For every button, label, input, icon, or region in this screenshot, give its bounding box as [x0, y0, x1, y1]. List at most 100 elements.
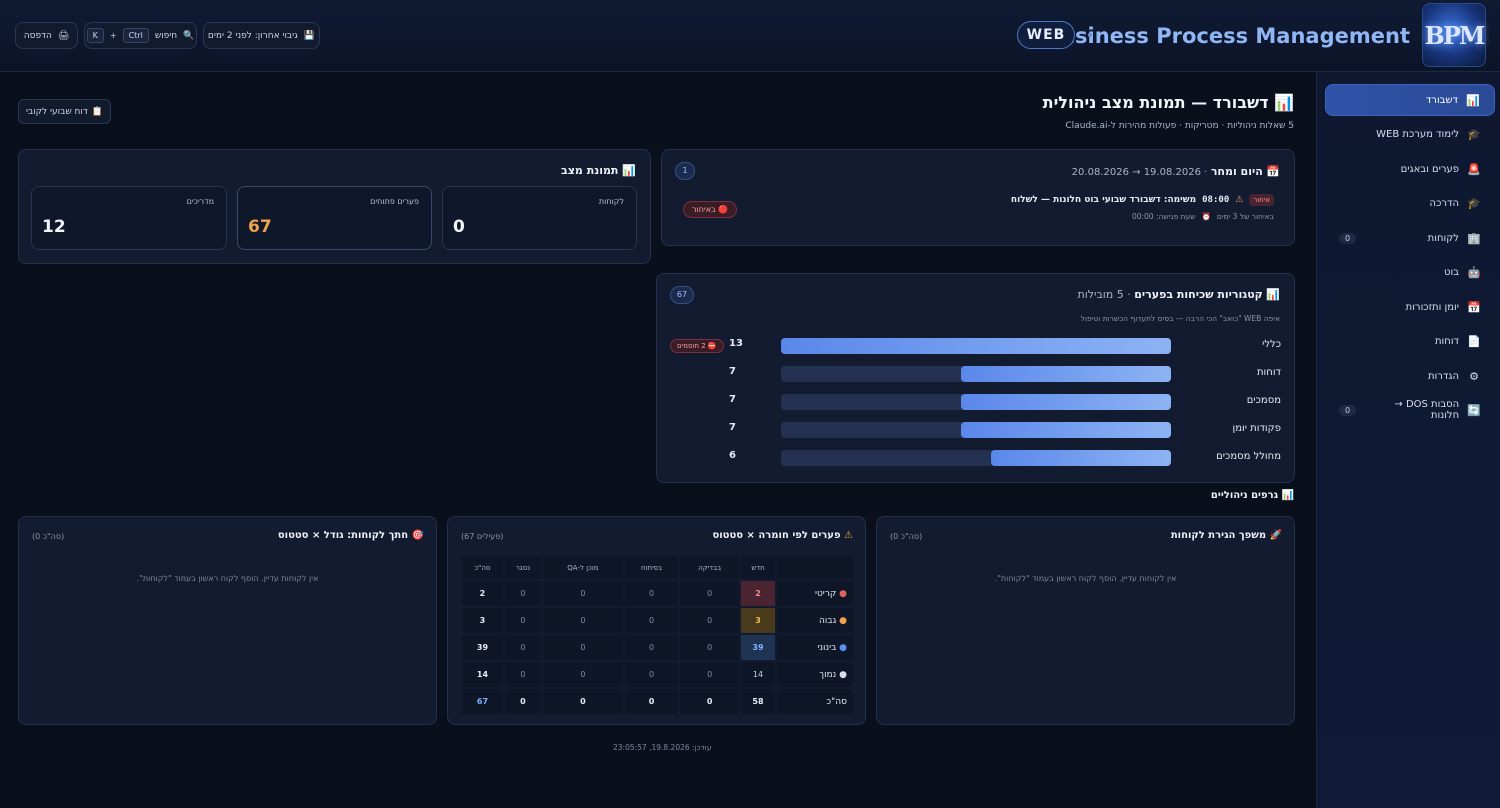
stat-guides[interactable]: מדריכים 12 — [31, 186, 227, 250]
matrix-cell[interactable]: 0 — [543, 608, 623, 633]
category-bar-row[interactable]: פקודות יומן 7 — [657, 420, 1293, 440]
last-updated: עודכן: 19.8.2026, 23:05:57 — [613, 743, 712, 752]
category-bar-row[interactable]: מחולל מסמכים 6 — [657, 448, 1293, 468]
sidebar-item-bot[interactable]: 🤖 בוט — [1325, 256, 1495, 288]
col-qa: מוכן ל-QA — [543, 556, 623, 579]
category-bar-row[interactable]: דוחות 7 — [657, 364, 1293, 384]
matrix-cell[interactable]: 0 — [680, 608, 739, 633]
severity-label: ● בינוני — [777, 635, 853, 660]
migration-count-badge: 0 — [1339, 404, 1357, 416]
matrix-cell[interactable]: 0 — [624, 581, 679, 606]
matrix-cell[interactable]: 0 — [680, 689, 739, 714]
chart-icon: 📊 — [622, 164, 636, 177]
app-logo[interactable]: BPM — [1422, 3, 1486, 67]
matrix-cell[interactable]: 0 — [543, 662, 623, 687]
category-bar-fill — [961, 394, 1171, 410]
matrix-cell[interactable]: 0 — [624, 689, 679, 714]
category-bar-fill — [781, 338, 1171, 354]
today-task[interactable]: איחור ⚠ 08:00 משימה: דשבורד שבועי בוט חל… — [1011, 194, 1274, 206]
matrix-cell[interactable]: 3 — [462, 608, 503, 633]
overdue-status-button[interactable]: 🔴 באיחור — [683, 201, 738, 218]
matrix-cell[interactable]: 0 — [543, 581, 623, 606]
search-button[interactable]: 🔍 חיפוש Ctrl + K — [84, 22, 197, 49]
sidebar-item-label: בוט — [1444, 266, 1459, 278]
chart-icon: 📊 — [1281, 490, 1294, 501]
graduation-cap-icon: 🎓 — [1467, 196, 1481, 210]
page-title: 📊 דשבורד — תמונת מצב ניהולית — [1043, 93, 1294, 112]
alarm-icon: ⏰ — [1201, 212, 1211, 221]
weekly-report-button[interactable]: 📋 דוח שבועי לקובי — [18, 99, 111, 124]
severity-dot-icon: ● — [836, 588, 847, 599]
category-bar-row[interactable]: כללי 13 — [657, 336, 1293, 356]
category-bar-track — [781, 450, 1171, 466]
category-value: 13 — [729, 338, 743, 349]
calendar-icon: 📅 — [1467, 300, 1481, 314]
category-bar-track — [781, 422, 1171, 438]
stat-label: מדריכים — [186, 197, 214, 206]
severity-label: ● גבוה — [777, 608, 853, 633]
backup-status-button[interactable]: 💾 גיבוי אחרון: לפני 2 ימים — [203, 22, 320, 49]
matrix-cell[interactable]: 0 — [624, 635, 679, 660]
stat-customers[interactable]: לקוחות 0 — [442, 186, 637, 250]
severity-label: סה"כ — [777, 689, 853, 714]
sidebar-item-label: דשבורד — [1425, 94, 1458, 106]
robot-icon: 🤖 — [1467, 265, 1481, 279]
severity-dot-icon: ● — [836, 669, 847, 680]
matrix-cell[interactable]: 0 — [504, 635, 542, 660]
charts-heading-text: גרפים ניהוליים — [1210, 490, 1279, 501]
sidebar-item-customers[interactable]: 🏢 לקוחות 0 — [1325, 222, 1495, 254]
matrix-cell[interactable]: 14 — [462, 662, 503, 687]
gaps-card-title: ⚠ פערים לפי חומרה × סטטוס — [712, 530, 853, 541]
red-dot-icon: 🔴 — [718, 205, 729, 214]
matrix-cell[interactable]: 0 — [624, 608, 679, 633]
matrix-cell[interactable]: 14 — [741, 662, 775, 687]
gaps-table: חדש בבדיקה בפיתוח מוכן ל-QA נסגר סה"כ ● … — [460, 554, 855, 716]
matrix-cell[interactable]: 0 — [504, 662, 542, 687]
sidebar-item-dos-migration[interactable]: 🔄 הסבות DOS → חלונות 0 — [1325, 394, 1495, 426]
segment-empty-state: אין לקוחות עדיין. הוסף לקוח ראשון בעמוד … — [136, 574, 319, 583]
customers-count-badge: 0 — [1339, 232, 1357, 244]
matrix-cell[interactable]: 0 — [504, 689, 542, 714]
page-subtitle: 5 שאלות ניהוליות · מטריקות · פעולות מהיר… — [1065, 121, 1294, 131]
table-row: ● גבוה 3 0 0 0 0 3 — [462, 608, 853, 633]
matrix-cell[interactable]: 0 — [680, 635, 739, 660]
matrix-cell[interactable]: 58 — [741, 689, 775, 714]
funnel-title-text: משפך הגירת לקוחות — [1170, 530, 1267, 541]
matrix-cell[interactable]: 0 — [543, 689, 623, 714]
category-bar-row[interactable]: מסמכים 7 — [657, 392, 1293, 412]
table-row: ● בינוני 39 0 0 0 0 39 — [462, 635, 853, 660]
sidebar-item-gaps-bugs[interactable]: 🚨 פערים ובאגים — [1325, 153, 1495, 185]
matrix-cell[interactable]: 0 — [624, 662, 679, 687]
col-review: בבדיקה — [680, 556, 739, 579]
sidebar-item-dashboard[interactable]: 📊 דשבורד — [1325, 84, 1495, 116]
matrix-cell[interactable]: 3 — [741, 608, 775, 633]
sidebar-item-settings[interactable]: ⚙ הגדרות — [1325, 360, 1495, 392]
matrix-cell[interactable]: 0 — [504, 581, 542, 606]
print-button[interactable]: 🖨 הדפסה — [15, 22, 78, 49]
matrix-cell[interactable]: 67 — [462, 689, 503, 714]
matrix-cell[interactable]: 0 — [543, 635, 623, 660]
category-value: 7 — [729, 422, 736, 433]
sidebar-item-web-learning[interactable]: 🎓 לימוד מערכת WEB — [1325, 118, 1495, 150]
sidebar-item-reports[interactable]: 📄 דוחות — [1325, 325, 1495, 357]
matrix-cell[interactable]: 39 — [462, 635, 503, 660]
rocket-icon: 🚀 — [1269, 530, 1282, 541]
matrix-cell[interactable]: 0 — [680, 581, 739, 606]
chart-icon: 📊 — [1266, 288, 1280, 301]
matrix-cell[interactable]: 2 — [462, 581, 503, 606]
document-icon: 📄 — [1467, 334, 1481, 348]
migration-funnel-card: 🚀 משפך הגירת לקוחות (0 סה"כ) אין לקוחות … — [876, 516, 1295, 725]
search-icon: 🔍 — [183, 30, 195, 41]
today-title-text: היום ומחר — [1210, 165, 1263, 178]
print-icon: 🖨 — [57, 30, 70, 41]
sidebar-item-label: לקוחות — [1427, 232, 1459, 244]
disk-icon: 💾 — [303, 30, 316, 41]
matrix-cell[interactable]: 2 — [741, 581, 775, 606]
categories-subtitle: איפה WEB "כואב" הכי הרבה — בסיס לתעדוף ה… — [1080, 314, 1280, 323]
matrix-cell[interactable]: 39 — [741, 635, 775, 660]
sidebar-item-calendar[interactable]: 📅 יומן ותזכורות — [1325, 291, 1495, 323]
matrix-cell[interactable]: 0 — [504, 608, 542, 633]
matrix-cell[interactable]: 0 — [680, 662, 739, 687]
stat-open-gaps[interactable]: פערים פתוחים 67 — [237, 186, 432, 250]
sidebar-item-training[interactable]: 🎓 הדרכה — [1325, 187, 1495, 219]
